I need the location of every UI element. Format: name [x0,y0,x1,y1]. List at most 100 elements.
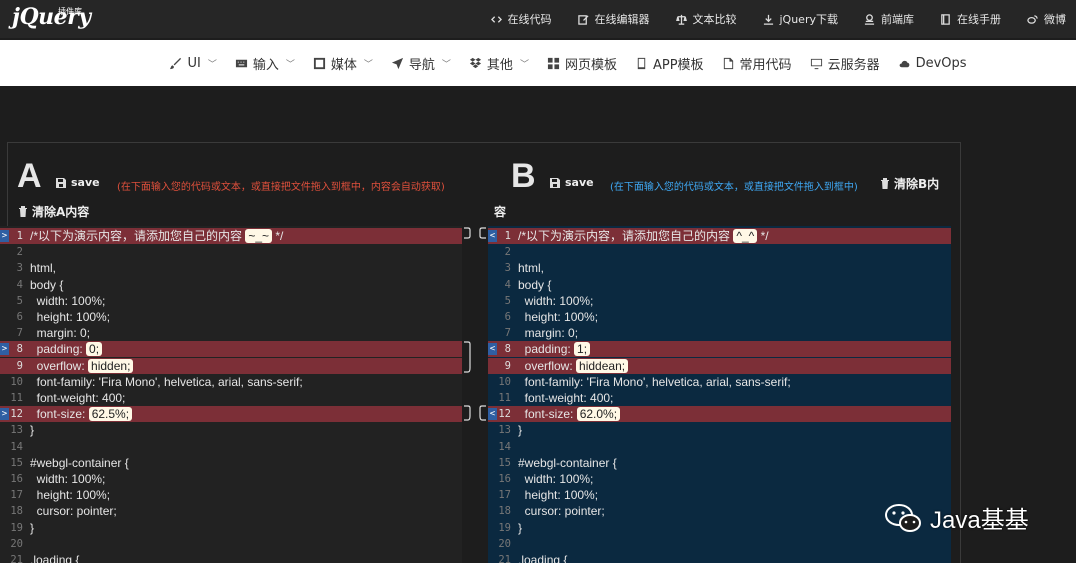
line-number: 18 [10,505,23,518]
topnav-text-compare[interactable]: 文本比较 [675,11,737,27]
line-number: 21 [498,554,511,563]
subnav-label: 云服务器 [827,57,880,73]
line-number: 2 [16,246,23,259]
line-number: 19 [498,521,511,534]
code-line[interactable]: 7 margin: 0; [0,325,462,341]
topnav-online-editor[interactable]: 在线编辑器 [577,11,650,27]
code-text: font-weight: 400; [30,391,126,405]
code-line[interactable]: 2 [488,244,951,260]
code-line[interactable]: 3 html, [488,260,951,276]
code-line[interactable]: 18 cursor: pointer; [488,503,951,519]
subnav-ui[interactable]: UI ﹀ [169,56,217,71]
subnav-navigation[interactable]: 导航 ﹀ [391,54,451,73]
code-line[interactable]: 5 width: 100%; [0,293,462,309]
code-line[interactable]: <12 font-size: 62.0%; [488,406,951,423]
code-text: #webgl-container { [518,455,617,470]
code-line[interactable]: 15 #webgl-container { [0,455,462,471]
clear-a-button[interactable]: 清除A内容 [18,203,89,220]
topnav-frontend-library[interactable]: 前端库 [864,11,914,27]
code-line[interactable]: 13} [0,422,462,438]
code-text: overflow: hidden; [29,358,462,374]
subnav-common-code[interactable]: 常用代码 [722,54,792,73]
editor-b[interactable]: <1/*以下为演示内容，请添加您自己的内容 ^_^ */2 3 html, 4 body… [488,226,951,563]
code-line[interactable]: 20 [488,536,951,552]
subnav-devops[interactable]: DevOps [898,56,967,71]
subnav-input[interactable]: 输入 ﹀ [235,54,295,73]
code-line[interactable]: 15 #webgl-container { [488,455,951,471]
line-number: 11 [10,392,23,404]
line-number: 21 [10,554,23,563]
code-line[interactable]: 9 overflow: hidden; [0,357,462,374]
subnav-app-templates[interactable]: APP模板 [635,54,704,73]
code-line[interactable]: >1/*以下为演示内容，请添加您自己的内容 ~_~ */ [0,228,462,244]
editor-a[interactable]: >1/*以下为演示内容，请添加您自己的内容 ~_~ */ 2 3 html, 4 body… [0,226,462,563]
diff-highlight: 62.0%; [576,407,621,422]
film-icon [313,57,325,69]
code-line[interactable]: 14 [488,439,951,455]
code-line[interactable]: 21 .loading { [0,552,462,563]
topnav-jquery-download[interactable]: jQuery下载 [763,11,838,27]
top-bar: jQuery 插件库 在线代码 在线编辑器 文本比较 jQuery下载 前端库 … [0,0,1076,38]
code-line[interactable]: >8 padding: 0; [0,341,462,358]
subnav-web-templates[interactable]: 网页模板 [547,54,617,73]
save-a-button[interactable]: save [56,176,100,189]
topnav-online-code[interactable]: 在线代码 [490,11,552,27]
code-line[interactable]: 4 body { [0,277,462,293]
topnav-weibo[interactable]: 微博 [1027,11,1066,27]
code-line[interactable]: >12 font-size: 62.5%; [0,406,462,423]
code-text: padding: 0; [29,341,462,357]
line-number: 15 [10,456,23,469]
code-line[interactable]: 17 height: 100%; [488,487,951,503]
code-line[interactable]: <8 padding: 1; [488,341,951,358]
code-line[interactable]: 4 body { [488,277,951,293]
code-line[interactable]: 11 font-weight: 400; [488,390,951,406]
save-b-button[interactable]: save [550,176,594,189]
code-line[interactable]: 19} [0,520,462,536]
side-b-hint: (在下面输入您的代码或文本，或直接把文件拖入到框中) [610,182,858,193]
code-line[interactable]: 10 font-family: 'Fira Mono', helvetica, … [488,374,951,390]
subnav-cloud-server[interactable]: 云服务器 [810,54,880,73]
diff-highlight: 0; [86,342,103,357]
save-icon [550,177,560,188]
code-line[interactable]: 3 html, [0,260,462,276]
save-icon [56,177,66,188]
code-line[interactable]: 5 width: 100%; [488,293,951,309]
code-line[interactable]: 6 height: 100%; [488,309,951,325]
clear-b-button[interactable]: 清除B内 [880,175,939,192]
clear-b-label-wrap[interactable]: 容 [494,203,506,220]
line-number: 6 [16,311,23,323]
line-number: 4 [504,278,511,291]
code-line[interactable]: 6 height: 100%; [0,309,462,325]
code-line[interactable]: 13} [488,422,951,438]
subnav-media[interactable]: 媒体 ﹀ [313,54,373,73]
code-line[interactable]: 9 overflow: hiddean; [488,357,951,374]
diff-highlight: hiddean; [576,358,629,373]
code-line[interactable]: 11 font-weight: 400; [0,390,462,406]
chevron-down-icon: ﹀ [285,59,295,70]
code-line[interactable]: <1/*以下为演示内容，请添加您自己的内容 ^_^ */ [488,228,951,244]
code-line[interactable]: 7 margin: 0; [488,325,951,341]
code-line[interactable]: 18 cursor: pointer; [0,503,462,519]
code-line[interactable]: 16 width: 100%; [0,471,462,487]
code-line[interactable]: 16 width: 100%; [488,471,951,487]
topnav-online-manual[interactable]: 在线手册 [940,11,1001,27]
code-line[interactable]: 10 font-family: 'Fira Mono', helvetica, … [0,374,462,390]
code-line[interactable]: 2 [0,244,462,260]
subnav-other[interactable]: 其他 ﹀ [469,54,529,73]
weibo-icon [1027,14,1038,24]
code-line[interactable]: 17 height: 100%; [0,487,462,503]
code-line[interactable]: 19} [488,520,951,536]
code-line[interactable]: 21 .loading { [488,552,951,563]
code-text: margin: 0; [518,326,579,341]
brush-icon [170,57,182,69]
code-segment: overflow: [518,358,577,373]
line-number: 13 [10,424,23,437]
code-text: width: 100%; [30,472,106,486]
line-number: 11 [498,392,511,404]
wechat-watermark: Java基基 [884,500,1029,535]
diff-connector [462,226,488,563]
code-line[interactable]: 20 [0,536,462,552]
code-line[interactable]: 14 [0,439,462,455]
